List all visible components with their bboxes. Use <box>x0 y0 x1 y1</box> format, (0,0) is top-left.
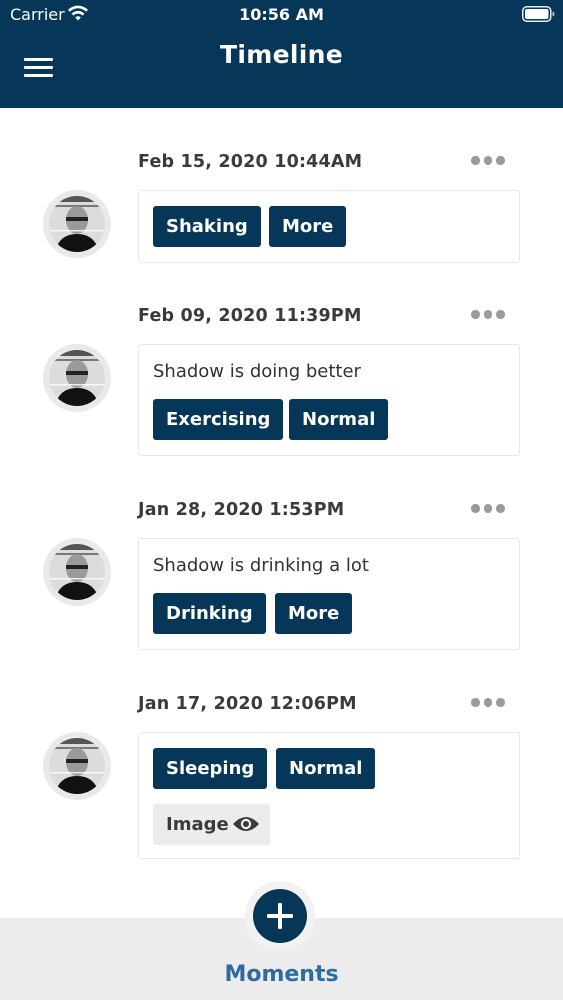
image-button-label: Image <box>166 814 229 835</box>
status-time: 10:56 AM <box>239 5 324 24</box>
avatar-photo <box>49 544 105 600</box>
timeline-screen: Carrier 10:56 AM Timeline Feb 15, 2020 1… <box>0 0 563 1000</box>
app-header: Carrier 10:56 AM Timeline <box>0 0 563 108</box>
avatar-photo <box>49 738 105 794</box>
entry-date: Feb 09, 2020 11:39PM <box>138 306 362 326</box>
entry-card: Shadow is doing better Exercising Normal <box>138 344 520 456</box>
timeline-entry: Jan 28, 2020 1:53PM Shadow is drinking a… <box>0 500 563 652</box>
entry-note: Shadow is drinking a lot <box>153 555 369 576</box>
avatar[interactable] <box>43 538 111 606</box>
timeline-entry: Feb 15, 2020 10:44AM Shaking More <box>0 152 563 264</box>
avatar[interactable] <box>43 190 111 258</box>
entry-date: Feb 15, 2020 10:44AM <box>138 152 363 172</box>
entry-note: Shadow is doing better <box>153 361 361 382</box>
avatar-photo <box>49 350 105 406</box>
add-moment-button[interactable] <box>253 889 307 943</box>
tag[interactable]: Drinking <box>153 593 266 634</box>
more-options-icon[interactable] <box>471 696 505 708</box>
more-options-icon[interactable] <box>471 154 505 166</box>
more-options-icon[interactable] <box>471 502 505 514</box>
entry-card: Shaking More <box>138 190 520 263</box>
entry-card: Sleeping Normal Image <box>138 732 520 859</box>
tag[interactable]: More <box>275 593 353 634</box>
timeline-entry: Jan 17, 2020 12:06PM Sleeping Normal Ima… <box>0 694 563 862</box>
avatar[interactable] <box>43 344 111 412</box>
eye-icon <box>233 817 259 831</box>
tab-moments[interactable]: Moments <box>0 962 563 987</box>
plus-icon <box>267 903 293 929</box>
tag[interactable]: Shaking <box>153 206 261 247</box>
avatar-photo <box>49 196 105 252</box>
tag[interactable]: Normal <box>276 748 376 789</box>
tag[interactable]: Exercising <box>153 399 284 440</box>
status-bar: Carrier 10:56 AM <box>0 0 563 30</box>
avatar[interactable] <box>43 732 111 800</box>
view-image-button[interactable]: Image <box>153 804 270 845</box>
page-title: Timeline <box>220 40 343 69</box>
tag[interactable]: More <box>269 206 347 247</box>
battery-icon <box>522 6 555 22</box>
entry-date: Jan 17, 2020 12:06PM <box>138 694 357 714</box>
tag[interactable]: Normal <box>289 399 389 440</box>
entry-card: Shadow is drinking a lot Drinking More <box>138 538 520 650</box>
more-options-icon[interactable] <box>471 308 505 320</box>
tag[interactable]: Sleeping <box>153 748 268 789</box>
entry-date: Jan 28, 2020 1:53PM <box>138 500 345 520</box>
timeline-entry: Feb 09, 2020 11:39PM Shadow is doing bet… <box>0 306 563 458</box>
